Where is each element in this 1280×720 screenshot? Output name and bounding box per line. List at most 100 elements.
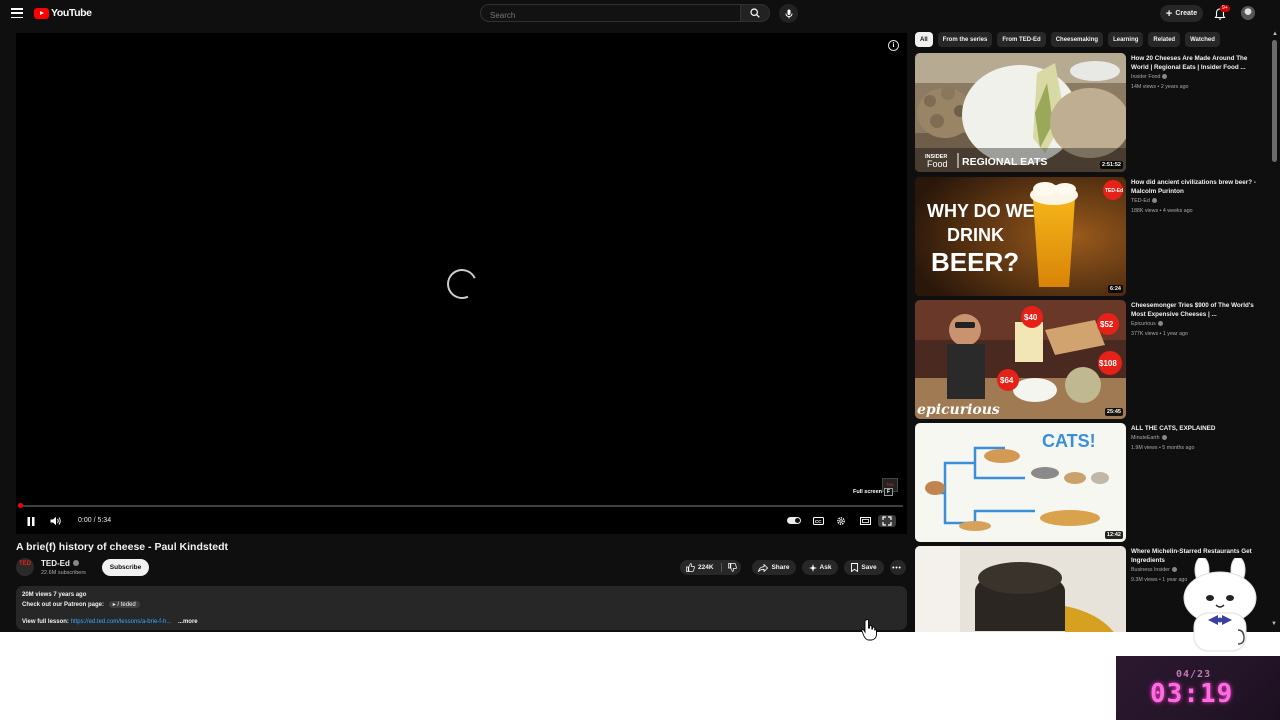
chip-from-the-series[interactable]: From the series xyxy=(937,32,993,47)
pause-button[interactable] xyxy=(24,515,38,527)
create-label: Create xyxy=(1175,10,1198,17)
thumbnail-image xyxy=(915,546,1126,632)
thumb-logo: TED-Ed xyxy=(1105,188,1123,194)
subtitles-button[interactable]: CC xyxy=(811,515,825,527)
channel-name[interactable]: Insider Food xyxy=(1131,74,1168,80)
search-input[interactable] xyxy=(481,7,730,24)
pause-icon xyxy=(27,516,35,526)
loading-spinner-icon xyxy=(442,264,482,304)
video-thumbnail[interactable]: $40 $52 $108 $64 epicurious 25:45 xyxy=(915,300,1126,419)
like-icon[interactable] xyxy=(686,563,695,572)
progress-bar[interactable] xyxy=(18,503,903,508)
chip-watched[interactable]: Watched xyxy=(1185,32,1220,47)
logo-text: YouTube xyxy=(51,7,92,19)
video-meta: 1.9M views • 5 months ago xyxy=(1131,445,1195,451)
settings-button[interactable] xyxy=(834,515,848,527)
channel-name[interactable]: Epicurious xyxy=(1131,321,1163,327)
chip-learning[interactable]: Learning xyxy=(1108,32,1144,47)
lesson-link[interactable]: https://ed.ted.com/lessons/a-brie-f-h... xyxy=(71,619,172,625)
video-thumbnail[interactable]: INSIDER Food REGIONAL EATS 2:51:52 xyxy=(915,53,1126,172)
chip-all[interactable]: All xyxy=(915,32,933,47)
autoplay-toggle[interactable] xyxy=(787,517,801,524)
verified-icon xyxy=(1162,74,1168,80)
video-title[interactable]: ALL THE CATS, EXPLAINED xyxy=(1131,424,1259,433)
mute-button[interactable] xyxy=(49,515,63,527)
verified-icon xyxy=(1171,567,1177,573)
video-thumbnail[interactable]: CATS! 12:42 xyxy=(915,423,1126,542)
channel-name[interactable]: TED-Ed xyxy=(1131,198,1157,204)
description-box[interactable]: 20M views 7 years ago Check out our Patr… xyxy=(16,586,907,630)
filter-chips: All From the series From TED-Ed Cheesema… xyxy=(915,32,1225,47)
fullscreen-icon xyxy=(882,516,892,526)
ask-label: Ask xyxy=(819,564,832,571)
patreon-link[interactable]: ▸ / teded xyxy=(108,601,140,608)
fullscreen-button[interactable] xyxy=(878,515,896,527)
menu-icon[interactable] xyxy=(11,8,23,19)
chip-from-ted-ed[interactable]: From TED-Ed xyxy=(997,32,1046,47)
chip-related[interactable]: Related xyxy=(1148,32,1181,47)
thumb-line3: BEER? xyxy=(931,247,1019,277)
like-count[interactable]: 224K xyxy=(698,564,714,571)
ask-button[interactable]: Ask xyxy=(802,560,838,575)
channel-name-text: TED-Ed xyxy=(41,559,70,568)
recommendation-item[interactable]: $40 $52 $108 $64 epicurious 25:45 Cheese… xyxy=(915,300,1265,420)
more-actions-button[interactable] xyxy=(890,560,906,575)
subscribe-button[interactable]: Subscribe xyxy=(102,559,149,576)
channel-name-text: Insider Food xyxy=(1131,74,1161,80)
show-more-button[interactable]: ...more xyxy=(178,619,198,625)
video-title[interactable]: How did ancient civilizations brew beer?… xyxy=(1131,178,1259,196)
scrubber-handle[interactable] xyxy=(18,503,23,508)
chip-cheesemaking[interactable]: Cheesemaking xyxy=(1050,32,1104,47)
thumb-line1: WHY DO WE xyxy=(927,201,1035,221)
scroll-down-arrow-icon[interactable]: ▼ xyxy=(1271,621,1277,627)
scrollbar-thumb[interactable] xyxy=(1272,40,1277,162)
search-box[interactable] xyxy=(480,4,740,24)
share-label: Share xyxy=(771,564,790,571)
channel-name[interactable]: Business Insider xyxy=(1131,567,1177,573)
info-icon[interactable]: i xyxy=(888,40,899,51)
theater-mode-button[interactable] xyxy=(858,515,872,527)
youtube-logo[interactable]: YouTube xyxy=(34,7,92,19)
fullscreen-tooltip: Full screen F xyxy=(853,488,894,496)
create-button[interactable]: + Create xyxy=(1160,5,1203,22)
channel-name[interactable]: MinuteEarth xyxy=(1131,435,1167,441)
lesson-line: View full lesson: https://ed.ted.com/les… xyxy=(22,619,901,625)
thumbnail-image: CATS! xyxy=(915,423,1126,542)
channel-name-text: MinuteEarth xyxy=(1131,435,1160,441)
channel-name[interactable]: TED-Ed xyxy=(41,559,79,568)
dislike-icon[interactable] xyxy=(728,563,737,572)
closed-captions-icon: CC xyxy=(812,517,824,525)
search-button[interactable] xyxy=(740,4,770,22)
video-player[interactable]: i TED Full screen F 0:00 / 5:34 CC xyxy=(16,33,907,534)
like-dislike-group: 224K xyxy=(680,560,741,575)
microphone-icon xyxy=(785,9,792,18)
share-button[interactable]: Share xyxy=(752,560,796,575)
video-thumbnail[interactable] xyxy=(915,546,1126,632)
thumb-price-108: $108 xyxy=(1099,359,1117,368)
recommendation-item[interactable]: WHY DO WE DRINK BEER? TED-Ed 6:24 How di… xyxy=(915,177,1265,297)
video-duration: 12:42 xyxy=(1104,531,1123,539)
recommendation-item[interactable]: CATS! 12:42 ALL THE CATS, EXPLAINED Minu… xyxy=(915,423,1265,543)
volume-icon xyxy=(50,516,61,526)
video-meta: 9.3M views • 1 year ago xyxy=(1131,577,1188,583)
thumb-text-cats: CATS! xyxy=(1042,431,1096,451)
youtube-page: YouTube + Create 9+ i TED Full screen F xyxy=(0,0,1280,632)
scroll-up-arrow-icon[interactable]: ▲ xyxy=(1272,31,1278,37)
plus-icon: + xyxy=(1165,7,1173,20)
thumbnail-image: INSIDER Food REGIONAL EATS xyxy=(915,53,1126,172)
voice-search-button[interactable] xyxy=(779,4,798,23)
channel-avatar-text: TED xyxy=(19,561,31,567)
video-title[interactable]: How 20 Cheeses Are Made Around The World… xyxy=(1131,54,1259,72)
video-thumbnail[interactable]: WHY DO WE DRINK BEER? TED-Ed 6:24 xyxy=(915,177,1126,296)
channel-name-text: Business Insider xyxy=(1131,567,1170,573)
thumb-price-64: $64 xyxy=(1000,376,1014,385)
account-avatar[interactable] xyxy=(1241,6,1255,20)
recommendation-item[interactable]: INSIDER Food REGIONAL EATS 2:51:52 How 2… xyxy=(915,53,1265,173)
channel-avatar[interactable]: TED xyxy=(16,558,34,576)
time-display: 0:00 / 5:34 xyxy=(78,517,112,524)
thumb-brand: epicurious xyxy=(917,402,1000,418)
channel-name-text: TED-Ed xyxy=(1131,198,1150,204)
video-title[interactable]: Cheesemonger Tries $900 of The World's M… xyxy=(1131,301,1259,319)
save-button[interactable]: Save xyxy=(844,560,884,575)
masthead: YouTube + Create 9+ xyxy=(0,0,1280,28)
